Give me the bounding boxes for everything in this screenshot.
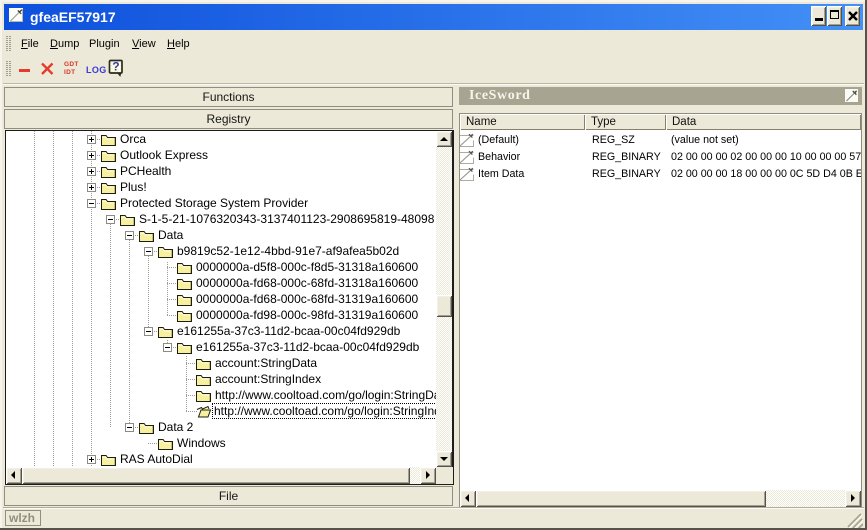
svg-text:?: ? bbox=[112, 60, 119, 74]
